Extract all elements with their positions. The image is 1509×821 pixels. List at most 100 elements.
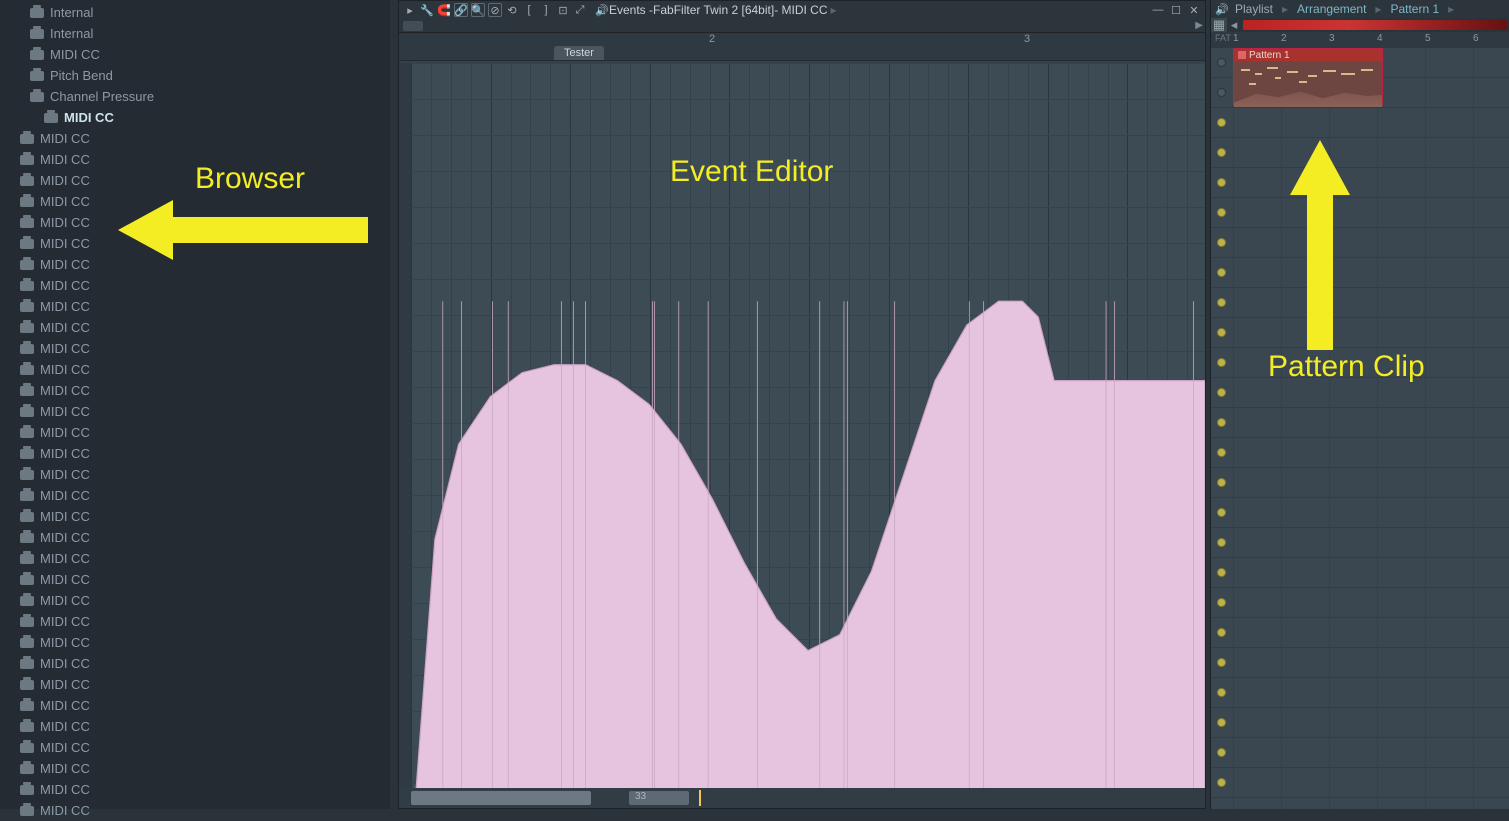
browser-item[interactable]: MIDI CC [0,401,390,422]
browser-item[interactable]: MIDI CC [0,569,390,590]
track-mute-dot[interactable] [1217,178,1226,187]
browser-item[interactable]: MIDI CC [0,107,390,128]
track-mute-dot[interactable] [1217,298,1226,307]
browser-item[interactable]: MIDI CC [0,716,390,737]
playlist-track[interactable] [1211,258,1509,288]
event-automation-curve[interactable] [411,63,1205,788]
tool-icon[interactable]: 🔧 [420,3,434,17]
playlist-track[interactable] [1211,768,1509,798]
browser-item[interactable]: MIDI CC [0,632,390,653]
pattern-clip[interactable]: Pattern 1 [1233,48,1383,106]
track-mute-dot[interactable] [1217,58,1226,67]
event-tab[interactable]: Tester [554,46,604,60]
crumb-pattern[interactable]: Pattern 1 [1390,2,1439,16]
minimap-segment[interactable]: 33 [629,791,689,805]
browser-item[interactable]: Pitch Bend [0,65,390,86]
track-mute-dot[interactable] [1217,328,1226,337]
scroll-right-icon[interactable]: ▶ [1195,20,1203,31]
event-editor-titlebar[interactable]: ▸🔧🧲🔗🔍⊘⟲[]⊡⤢ 🔊 Events - FabFilter Twin 2 … [399,1,1205,19]
playlist-track[interactable] [1211,468,1509,498]
track-mute-dot[interactable] [1217,658,1226,667]
browser-item[interactable]: MIDI CC [0,317,390,338]
playlist-minimap[interactable] [1243,20,1507,30]
event-canvas[interactable] [411,63,1205,788]
track-mute-dot[interactable] [1217,388,1226,397]
browser-item[interactable]: MIDI CC [0,527,390,548]
event-bottom-bar[interactable]: 33 [399,788,1205,808]
tool-icon[interactable]: ⊘ [488,3,502,17]
playlist-body[interactable]: Pattern 1 [1211,48,1509,809]
browser-item[interactable]: MIDI CC [0,275,390,296]
playlist-track[interactable] [1211,378,1509,408]
crumb-arrangement[interactable]: Arrangement [1297,2,1366,16]
track-mute-dot[interactable] [1217,508,1226,517]
tool-icon[interactable]: ⟲ [505,3,519,17]
minimize-icon[interactable]: — [1151,3,1165,17]
browser-item[interactable]: Internal [0,2,390,23]
browser-item[interactable]: MIDI CC [0,653,390,674]
playlist-track[interactable] [1211,498,1509,528]
tool-icon[interactable]: 🧲 [437,3,451,17]
tool-icon[interactable]: 🔍 [471,3,485,17]
playlist-ruler[interactable]: FAT 123456 [1211,32,1509,48]
playlist-track[interactable] [1211,318,1509,348]
track-mute-dot[interactable] [1217,568,1226,577]
browser-item[interactable]: MIDI CC [0,695,390,716]
track-mute-dot[interactable] [1217,358,1226,367]
browser-item[interactable]: Internal [0,23,390,44]
browser-item[interactable]: MIDI CC [0,464,390,485]
browser-item[interactable]: MIDI CC [0,737,390,758]
browser-item[interactable]: MIDI CC [0,590,390,611]
playlist-track[interactable] [1211,138,1509,168]
playlist-track[interactable] [1211,438,1509,468]
playlist-track[interactable] [1211,648,1509,678]
tool-icon[interactable]: ] [539,3,553,17]
browser-item[interactable]: MIDI CC [0,44,390,65]
browser-item[interactable]: MIDI CC [0,506,390,527]
maximize-icon[interactable]: ☐ [1169,3,1183,17]
crumb-playlist[interactable]: Playlist [1235,2,1273,16]
sound-icon[interactable]: 🔊 [1215,2,1229,16]
browser-item[interactable]: MIDI CC [0,674,390,695]
track-mute-dot[interactable] [1217,748,1226,757]
browser-item[interactable]: MIDI CC [0,338,390,359]
browser-item[interactable]: MIDI CC [0,296,390,317]
browser-item[interactable]: MIDI CC [0,128,390,149]
browser-item[interactable]: MIDI CC [0,758,390,779]
track-mute-dot[interactable] [1217,268,1226,277]
minimap-segment[interactable] [411,791,591,805]
playlist-track[interactable] [1211,408,1509,438]
browser-item[interactable]: MIDI CC [0,779,390,800]
browser-item[interactable]: MIDI CC [0,611,390,632]
track-mute-dot[interactable] [1217,418,1226,427]
tool-icon[interactable]: ▸ [403,3,417,17]
playlist-track[interactable] [1211,558,1509,588]
browser-item[interactable]: Channel Pressure [0,86,390,107]
browser-item[interactable]: MIDI CC [0,359,390,380]
tool-icon[interactable]: [ [522,3,536,17]
track-mute-dot[interactable] [1217,538,1226,547]
track-mute-dot[interactable] [1217,88,1226,97]
browser-item[interactable]: MIDI CC [0,485,390,506]
event-horizontal-scrollbar[interactable]: ▶ [399,19,1205,33]
grid-view-icon[interactable]: ▦ [1211,18,1227,32]
playlist-track[interactable] [1211,678,1509,708]
track-mute-dot[interactable] [1217,598,1226,607]
track-mute-dot[interactable] [1217,448,1226,457]
event-ruler[interactable]: Tester 23 [399,33,1205,61]
tool-icon[interactable]: ⤢ [573,3,587,17]
track-mute-dot[interactable] [1217,628,1226,637]
track-mute-dot[interactable] [1217,148,1226,157]
browser-item[interactable]: MIDI CC [0,422,390,443]
playlist-track[interactable] [1211,708,1509,738]
track-mute-dot[interactable] [1217,478,1226,487]
browser-item[interactable]: MIDI CC [0,149,390,170]
track-mute-dot[interactable] [1217,778,1226,787]
playlist-track[interactable] [1211,228,1509,258]
playlist-track[interactable] [1211,168,1509,198]
tool-icon[interactable]: 🔗 [454,3,468,17]
tool-icon[interactable]: ⊡ [556,3,570,17]
browser-item[interactable]: MIDI CC [0,443,390,464]
playlist-track[interactable] [1211,738,1509,768]
scrollbar-thumb[interactable] [403,21,423,31]
